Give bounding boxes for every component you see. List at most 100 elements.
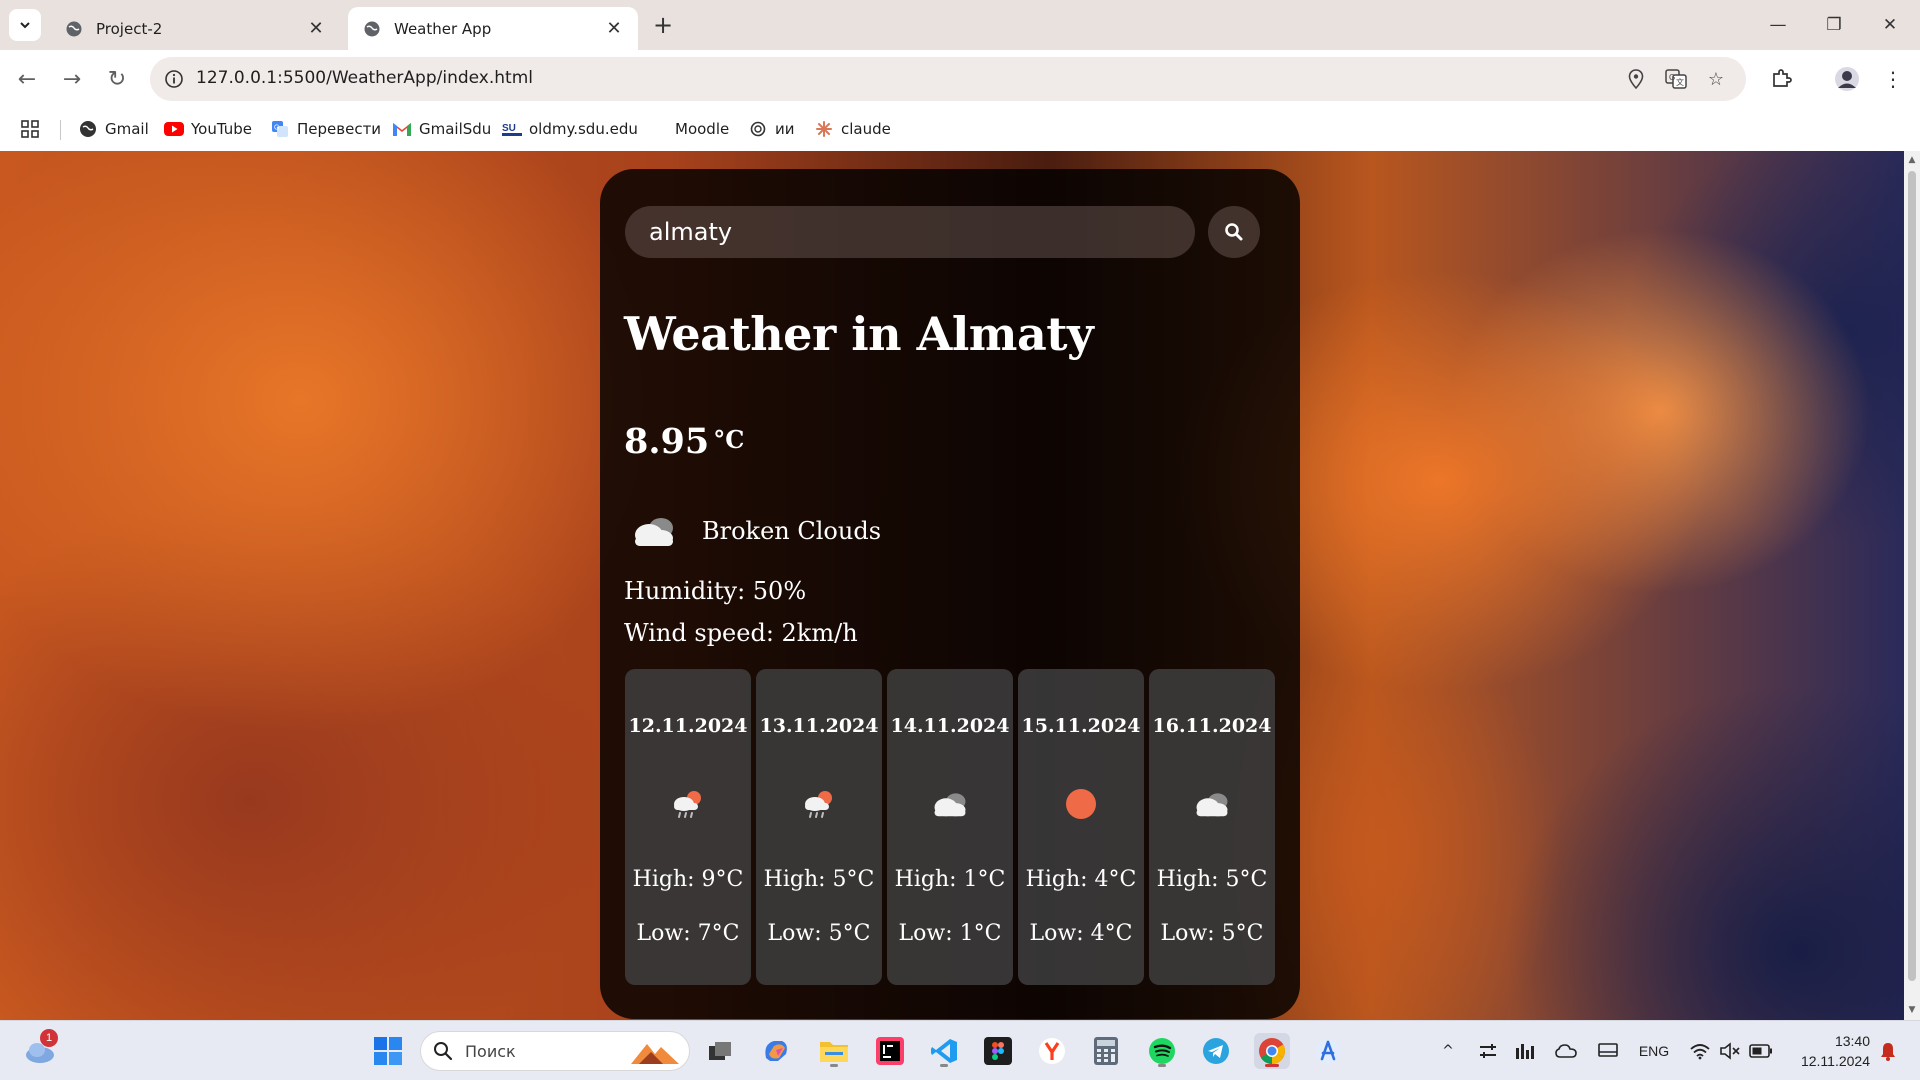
bookmark-translate[interactable]: G Перевести <box>270 116 381 142</box>
extensions-icon[interactable] <box>1766 64 1796 94</box>
broken-clouds-icon <box>1182 779 1242 829</box>
bookmarks-bar: Gmail YouTube G Перевести GmailSdu SU ol… <box>0 108 1920 151</box>
telegram-icon[interactable] <box>1198 1033 1234 1069</box>
forecast-row: 12.11.2024 High: 9°C Low: 7°C 13.11.2024… <box>625 669 1277 987</box>
copilot-icon[interactable] <box>758 1033 794 1069</box>
svg-text:G: G <box>1669 73 1675 82</box>
task-view-icon[interactable] <box>702 1033 738 1069</box>
blank-favicon-icon <box>648 119 668 139</box>
intellij-icon[interactable] <box>872 1033 908 1069</box>
translate-icon[interactable]: G文 <box>1664 67 1688 91</box>
close-window-button[interactable]: ✕ <box>1862 0 1918 50</box>
tab-weather-app[interactable]: Weather App ✕ <box>348 7 638 50</box>
forecast-day: 14.11.2024 High: 1°C Low: 1°C <box>887 669 1013 985</box>
page-scrollbar[interactable]: ▲ ▼ <box>1904 151 1920 1020</box>
site-info-icon[interactable] <box>162 67 186 91</box>
forecast-date: 16.11.2024 <box>1152 715 1272 737</box>
new-tab-button[interactable]: + <box>650 11 676 39</box>
forecast-low: Low: 5°C <box>767 921 871 946</box>
scrollbar-thumb[interactable] <box>1908 171 1916 981</box>
search-button[interactable] <box>1208 206 1260 258</box>
svg-text:SU: SU <box>502 123 516 134</box>
running-indicator <box>940 1064 948 1067</box>
menu-kebab-icon[interactable]: ⋮ <box>1878 64 1908 94</box>
forecast-day: 12.11.2024 High: 9°C Low: 7°C <box>625 669 751 985</box>
profile-avatar[interactable] <box>1832 64 1862 94</box>
rain-sun-cloud-icon <box>658 779 718 829</box>
bookmark-ii[interactable]: ии <box>748 116 795 142</box>
address-bar[interactable]: 127.0.0.1:5500/WeatherApp/index.html G文 … <box>150 57 1746 101</box>
input-language[interactable]: ENG <box>1636 1039 1672 1063</box>
taskbar-search[interactable]: Поиск <box>420 1031 690 1071</box>
wifi-icon[interactable] <box>1688 1039 1712 1063</box>
spotify-icon[interactable] <box>1144 1033 1180 1069</box>
windows-start-icon[interactable] <box>370 1033 406 1069</box>
tab-project-2[interactable]: Project-2 ✕ <box>50 7 340 50</box>
bookmark-moodle[interactable]: Moodle <box>648 116 729 142</box>
bookmark-label: Перевести <box>297 120 382 138</box>
clock-date: 12.11.2024 <box>1800 1053 1870 1069</box>
bookmark-oldmy-sdu[interactable]: SU oldmy.sdu.edu <box>502 116 638 142</box>
forecast-high: High: 1°C <box>894 867 1006 892</box>
back-button[interactable]: ← <box>10 62 44 96</box>
forecast-high: High: 5°C <box>1156 867 1268 892</box>
scroll-up-icon[interactable]: ▲ <box>1907 155 1917 165</box>
battery-icon[interactable] <box>1748 1039 1774 1063</box>
humidity: Humidity: 50% <box>624 577 807 605</box>
forecast-date: 12.11.2024 <box>628 715 748 737</box>
notification-bell-icon[interactable] <box>1876 1039 1900 1063</box>
city-search-input[interactable] <box>625 206 1195 258</box>
reload-button[interactable]: ↻ <box>100 62 134 96</box>
weather-widget-icon[interactable]: 1 <box>22 1029 58 1069</box>
figma-icon[interactable] <box>980 1033 1016 1069</box>
rain-sun-cloud-icon <box>789 779 849 829</box>
close-icon[interactable]: ✕ <box>306 18 326 39</box>
forecast-date: 14.11.2024 <box>890 715 1010 737</box>
tab-search-button[interactable] <box>9 9 41 41</box>
star-icon[interactable]: ☆ <box>1704 67 1728 91</box>
city-heading: Weather in Almaty <box>624 307 1094 361</box>
speaker-muted-icon[interactable] <box>1718 1039 1742 1063</box>
apps-grid-icon[interactable] <box>20 116 40 142</box>
claude-icon <box>814 119 834 139</box>
bookmark-label: oldmy.sdu.edu <box>529 120 638 138</box>
close-icon[interactable]: ✕ <box>604 18 624 39</box>
clock-time: 13:40 <box>1834 1033 1870 1049</box>
bookmark-youtube[interactable]: YouTube <box>164 116 252 142</box>
minimize-button[interactable]: — <box>1750 0 1806 50</box>
onedrive-icon[interactable] <box>1554 1039 1578 1063</box>
network-switch-icon[interactable] <box>1476 1039 1500 1063</box>
weather-description-row: Broken Clouds <box>624 505 881 557</box>
broken-clouds-icon <box>920 779 980 829</box>
bookmark-label: claude <box>841 120 891 138</box>
system-clock[interactable]: 13:40 12.11.2024 <box>1780 1031 1870 1071</box>
svg-text:G: G <box>274 125 279 132</box>
bookmark-claude[interactable]: claude <box>814 116 891 142</box>
location-icon[interactable] <box>1624 67 1648 91</box>
app-store-icon[interactable] <box>1310 1033 1346 1069</box>
yandex-browser-icon[interactable] <box>1034 1033 1070 1069</box>
search-icon <box>1225 223 1243 241</box>
browser-toolbar: ← → ↻ 127.0.0.1:5500/WeatherApp/index.ht… <box>0 50 1920 108</box>
performance-icon[interactable] <box>1514 1039 1538 1063</box>
scroll-down-icon[interactable]: ▼ <box>1907 1005 1917 1015</box>
bookmark-label: GmailSdu <box>419 120 492 138</box>
chevron-up-icon[interactable]: ^ <box>1438 1039 1458 1063</box>
forward-button[interactable]: → <box>55 62 89 96</box>
chrome-icon[interactable] <box>1254 1033 1290 1069</box>
file-explorer-icon[interactable] <box>816 1033 852 1069</box>
bookmark-gmail[interactable]: Gmail <box>78 116 149 142</box>
vscode-icon[interactable] <box>926 1033 962 1069</box>
restore-button[interactable]: ❐ <box>1806 0 1862 50</box>
display-icon[interactable] <box>1596 1039 1620 1063</box>
broken-clouds-icon <box>624 505 684 557</box>
forecast-high: High: 9°C <box>632 867 744 892</box>
bookmark-gmailsdu[interactable]: GmailSdu <box>392 116 491 142</box>
running-indicator <box>1158 1064 1166 1067</box>
bookmark-label: ии <box>775 120 795 138</box>
bookmark-label: Gmail <box>105 120 149 138</box>
calculator-icon[interactable] <box>1088 1033 1124 1069</box>
sun-icon <box>1051 779 1111 829</box>
search-icon <box>434 1042 453 1061</box>
wind-speed: Wind speed: 2km/h <box>624 619 858 647</box>
